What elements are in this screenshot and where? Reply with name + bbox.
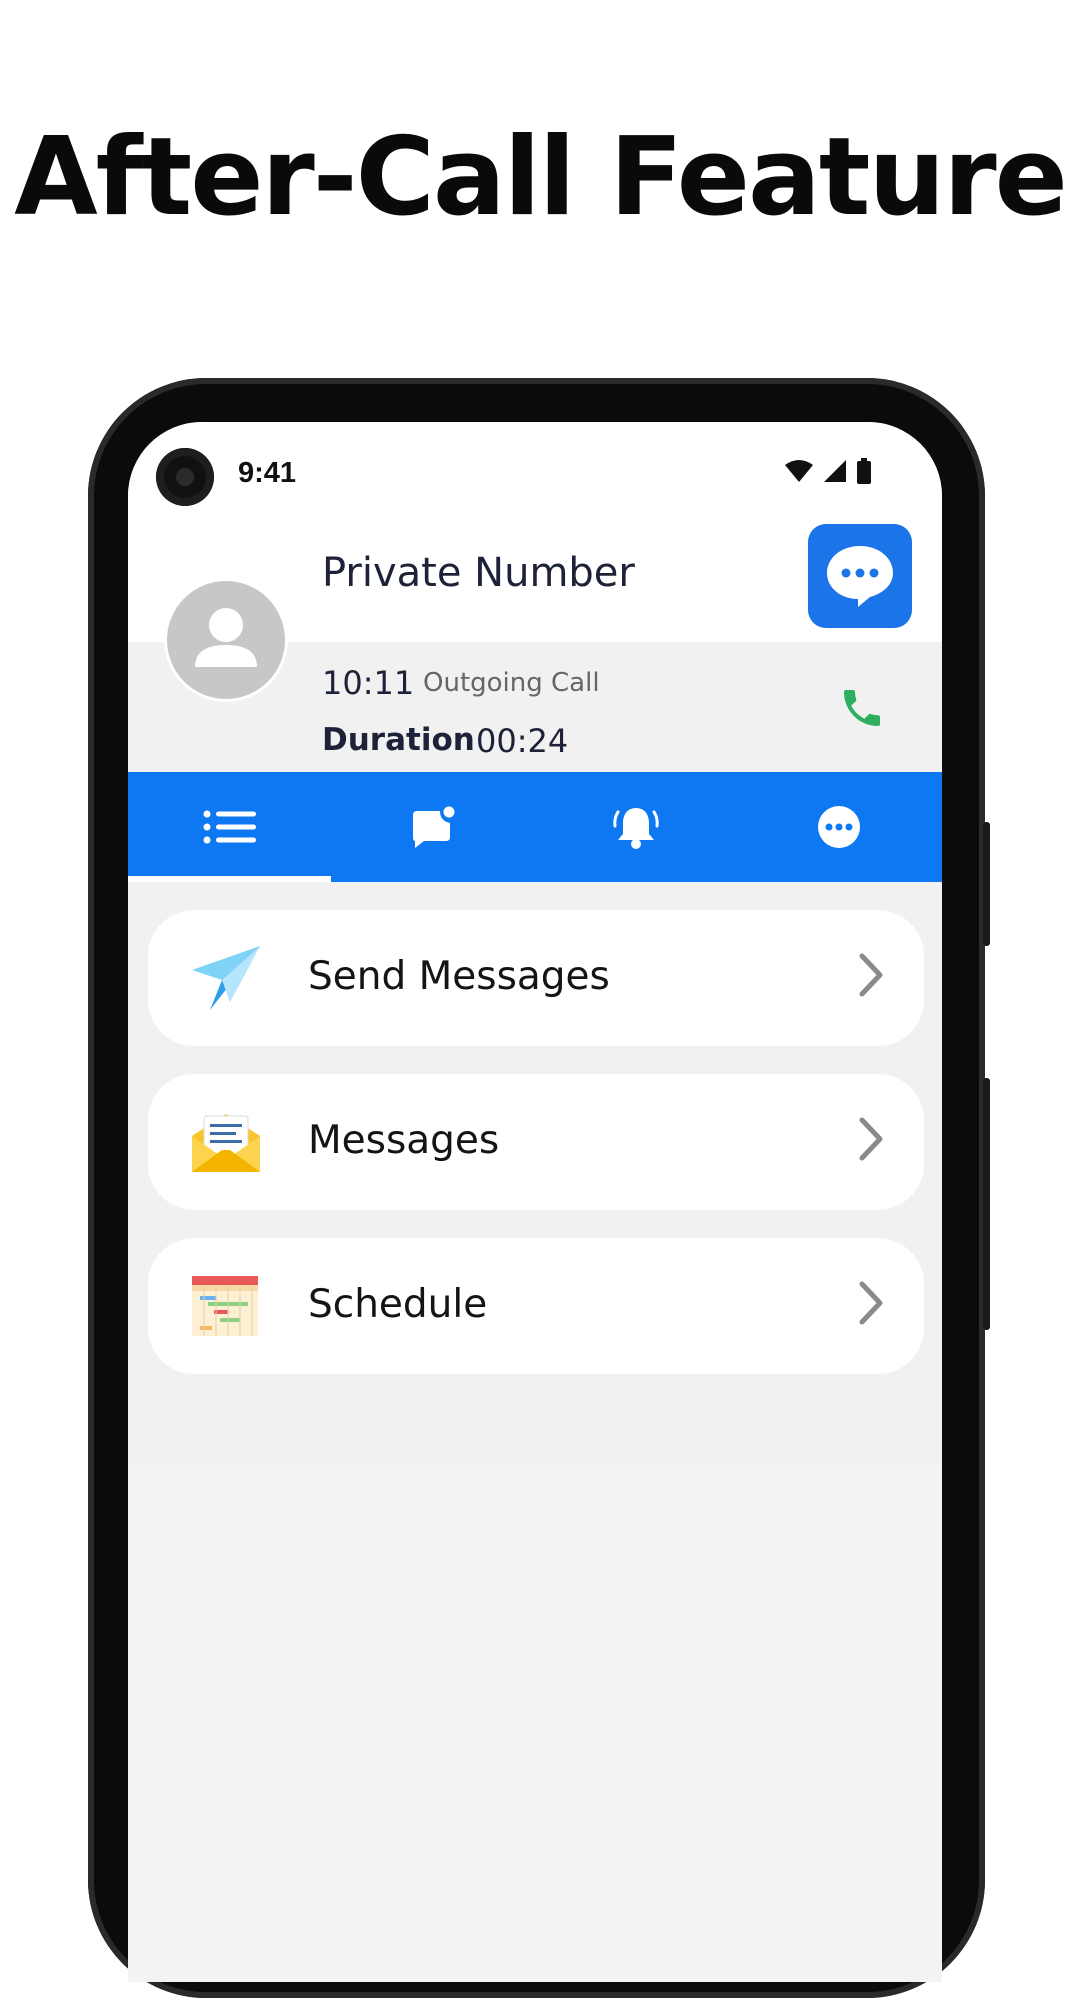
paper-plane-icon	[190, 942, 262, 1014]
side-button-power	[983, 822, 990, 946]
status-icons	[784, 458, 872, 484]
front-camera	[156, 448, 214, 506]
send-messages-card[interactable]: Send Messages	[148, 910, 924, 1046]
tab-reminders[interactable]	[534, 772, 737, 882]
list-icon	[203, 810, 256, 844]
headline: After-Call Feature	[14, 115, 1068, 240]
side-button-volume	[983, 1078, 990, 1330]
bell-ringing-icon	[612, 808, 659, 849]
calendar-icon	[190, 1270, 262, 1342]
tab-bar	[128, 772, 942, 882]
tab-more[interactable]	[737, 772, 940, 882]
avatar	[164, 578, 288, 702]
duration-value: 00:24	[476, 722, 569, 760]
more-options-icon	[817, 806, 860, 848]
chevron-right-icon	[859, 1117, 883, 1161]
call-type: Outgoing Call	[423, 668, 600, 698]
schedule-card[interactable]: Schedule	[148, 1238, 924, 1374]
envelope-icon	[190, 1106, 262, 1178]
tab-messages[interactable]	[331, 772, 534, 882]
messages-label: Messages	[308, 1118, 500, 1163]
chevron-right-icon	[859, 1281, 883, 1325]
call-time: 10:11	[322, 664, 415, 702]
call-back-button[interactable]	[838, 684, 886, 737]
wifi-icon	[785, 460, 813, 482]
send-messages-label: Send Messages	[308, 954, 610, 999]
chat-bubble-icon	[827, 546, 893, 607]
schedule-label: Schedule	[308, 1282, 488, 1327]
messages-card[interactable]: Messages	[148, 1074, 924, 1210]
status-time: 9:41	[238, 457, 297, 489]
battery-icon	[857, 458, 871, 484]
empty-content-area	[128, 1464, 942, 1982]
chat-button[interactable]	[808, 524, 912, 628]
person-icon	[195, 608, 257, 667]
duration-label: Duration	[322, 722, 475, 758]
tab-selected-indicator	[128, 876, 331, 882]
caller-name: Private Number	[322, 550, 635, 596]
tab-list[interactable]	[128, 772, 331, 882]
phone-icon	[844, 690, 880, 726]
cell-signal-icon	[824, 460, 846, 482]
phone-screen: 9:41 Private Number 10:11 Outgoing Call …	[128, 422, 942, 1982]
message-notification-icon	[412, 806, 454, 848]
chevron-right-icon	[859, 953, 883, 997]
